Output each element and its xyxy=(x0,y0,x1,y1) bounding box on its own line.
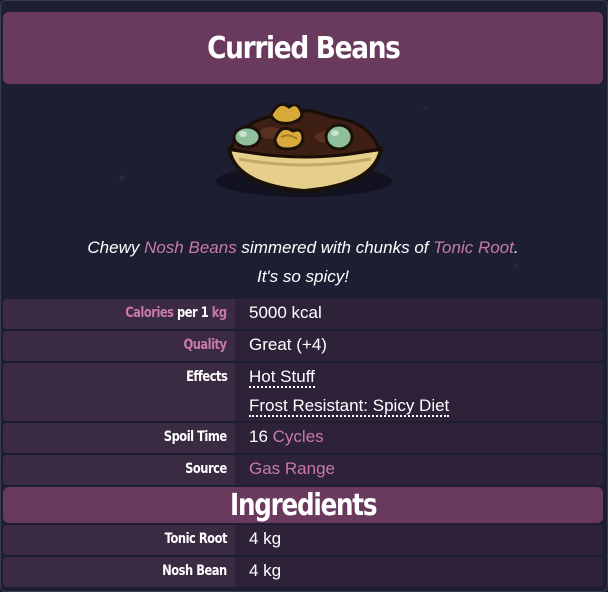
quality-row: Quality Great (+4) xyxy=(3,331,603,361)
ingredient-label-cell: Tonic Root xyxy=(3,525,235,555)
ingredient-name[interactable]: Tonic Root xyxy=(165,531,228,547)
gas-range-link[interactable]: Gas Range xyxy=(249,459,335,479)
tonic-root-link[interactable]: Tonic Root xyxy=(433,238,514,257)
curried-beans-dish-icon xyxy=(209,93,399,203)
ingredient-row: Tonic Root 4 kg xyxy=(3,525,603,555)
item-description: Chewy Nosh Beans simmered with chunks of… xyxy=(1,233,605,291)
ingredient-row: Nosh Bean 4 kg xyxy=(3,557,603,587)
ingredients-title: Ingredients xyxy=(229,487,377,523)
description-line-2: It's so spicy! xyxy=(256,267,350,286)
effects-label-cell: Effects xyxy=(3,363,235,421)
description-line-1: Chewy Nosh Beans simmered with chunks of… xyxy=(1,233,605,262)
calories-label-cell: Calories per 1 kg xyxy=(3,299,235,329)
source-label: Source xyxy=(185,461,227,477)
source-row: Source Gas Range xyxy=(3,455,603,485)
calories-row: Calories per 1 kg 5000 kcal xyxy=(3,299,603,329)
title-bar: Curried Beans xyxy=(3,12,603,84)
quality-value: Great (+4) xyxy=(249,335,327,354)
quality-link[interactable]: Quality xyxy=(184,337,228,353)
quality-label-cell: Quality xyxy=(3,331,235,361)
effects-label: Effects xyxy=(185,369,228,385)
description-text: Chewy xyxy=(87,238,145,257)
effect-frost-resistant-text[interactable]: Frost Resistant: Spicy Diet xyxy=(249,396,450,417)
calories-value: 5000 kcal xyxy=(249,303,322,322)
item-card: Curried Beans Chewy Nosh Beans simmered … xyxy=(0,0,608,592)
cycles-link[interactable]: Cycles xyxy=(273,427,324,446)
spoil-time-number: 16 xyxy=(249,427,273,446)
calories-link[interactable]: Calories xyxy=(126,305,175,321)
nosh-beans-link[interactable]: Nosh Beans xyxy=(144,238,237,257)
ingredients-header: Ingredients xyxy=(3,487,603,523)
kg-link[interactable]: kg xyxy=(212,305,227,321)
ingredient-amount: 4 kg xyxy=(249,529,282,548)
ingredient-name[interactable]: Nosh Bean xyxy=(162,563,227,579)
spoil-time-row: Spoil Time 16 Cycles xyxy=(3,423,603,453)
source-label-cell: Source xyxy=(3,455,235,485)
effect-hot-stuff-text[interactable]: Hot Stuff xyxy=(249,367,315,388)
calories-label: Calories per 1 kg xyxy=(126,305,228,321)
calories-per-text: per 1 xyxy=(173,305,213,321)
effects-row: Effects Hot Stuff Frost Resistant: Spicy… xyxy=(3,363,603,421)
spoil-time-label: Spoil Time xyxy=(164,429,227,445)
ingredient-amount: 4 kg xyxy=(249,561,282,580)
spoil-time-label-cell: Spoil Time xyxy=(3,423,235,453)
ingredient-label-cell: Nosh Bean xyxy=(3,557,235,587)
page-title: Curried Beans xyxy=(206,30,401,66)
spoil-time-value: 16 Cycles xyxy=(249,427,324,447)
description-text: . xyxy=(513,238,519,257)
effect-hot-stuff[interactable]: Hot Stuff xyxy=(249,367,315,388)
effect-frost-resistant[interactable]: Frost Resistant: Spicy Diet xyxy=(249,396,450,417)
description-text: simmered with chunks of xyxy=(236,238,434,257)
